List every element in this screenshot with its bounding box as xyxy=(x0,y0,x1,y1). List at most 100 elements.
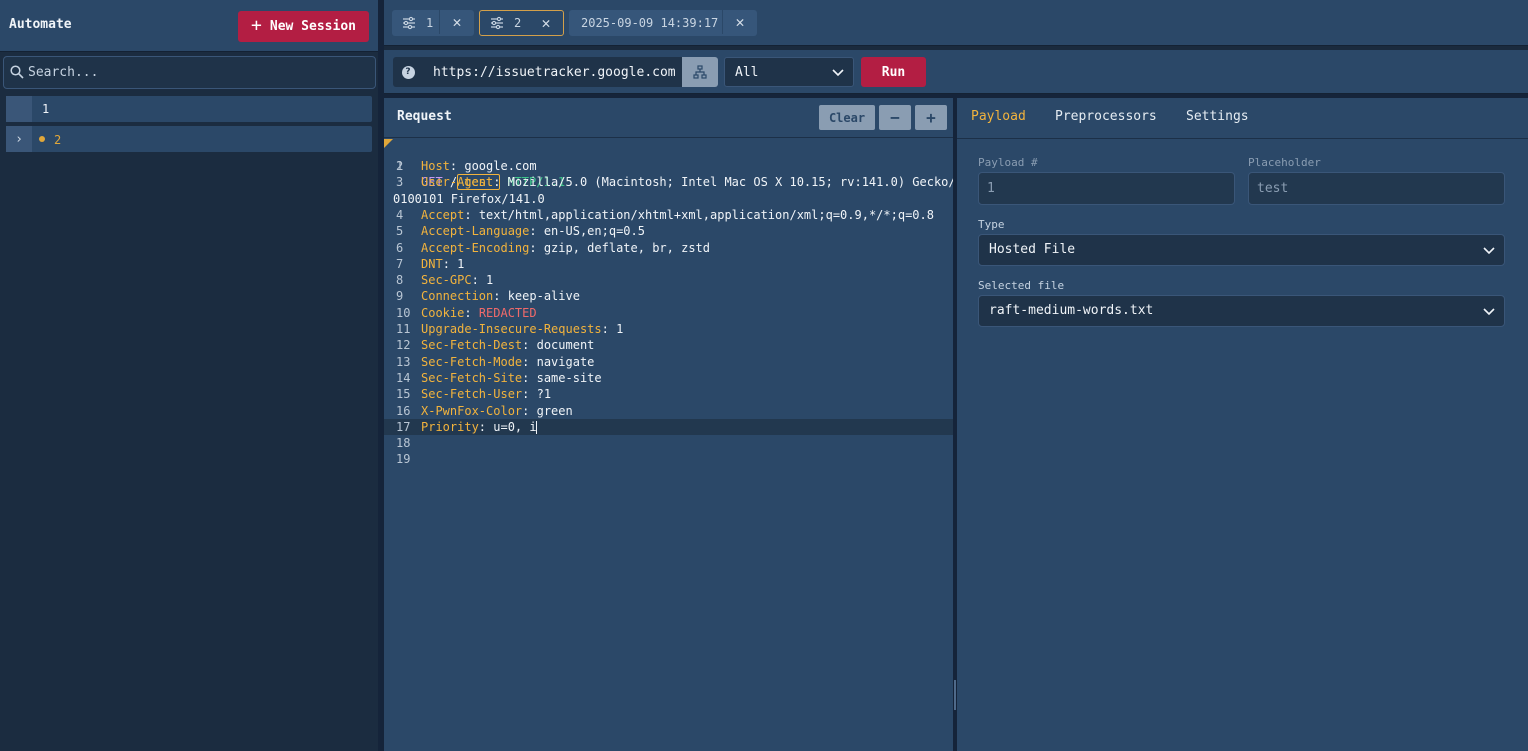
modified-dot-icon xyxy=(39,136,45,142)
chevron-right-icon[interactable]: › xyxy=(6,126,32,152)
tab-label: 2 xyxy=(514,16,522,30)
tab-2[interactable]: 2 ✕ xyxy=(479,10,564,36)
line-number: 18 xyxy=(396,436,411,451)
chevron-down-icon xyxy=(832,69,844,77)
search-input[interactable] xyxy=(28,57,368,88)
header-key: Accept xyxy=(421,207,465,222)
session-item-2[interactable]: › 2 xyxy=(6,126,372,152)
code-line: 1 GET / test HTTP/1.1 xyxy=(384,142,953,190)
sliders-icon xyxy=(403,16,415,30)
header-value: document xyxy=(536,338,595,353)
text-cursor xyxy=(535,420,537,434)
header-value: google.com xyxy=(464,159,537,173)
header-key: User-Agent xyxy=(421,175,494,190)
header-value: 1 xyxy=(457,256,465,271)
line-number: 13 xyxy=(396,354,411,369)
code-line: 6 Accept-Encoding: gzip, deflate, br, zst… xyxy=(396,240,710,255)
plus-icon: + xyxy=(251,14,262,36)
type-select[interactable]: Hosted File xyxy=(978,234,1505,266)
search-box xyxy=(3,56,376,89)
header-value: navigate xyxy=(536,354,595,369)
header-key: Sec-Fetch-Mode xyxy=(421,354,523,369)
header-key: Accept-Encoding xyxy=(421,240,530,255)
search-icon xyxy=(10,65,24,79)
header-value: same-site xyxy=(536,370,602,385)
type-label: Type xyxy=(978,218,1005,231)
header-key: DNT xyxy=(421,256,443,271)
code-line: 10 Cookie: REDACTED xyxy=(396,305,537,320)
tab-preprocessors[interactable]: Preprocessors xyxy=(1055,109,1157,124)
help-button[interactable]: ? xyxy=(393,57,423,87)
close-icon[interactable]: ✕ xyxy=(529,11,563,35)
resize-handle[interactable] xyxy=(954,680,956,710)
selected-file-value: raft-medium-words.txt xyxy=(989,303,1154,318)
clear-button[interactable]: Clear xyxy=(819,105,875,130)
scope-select[interactable]: All xyxy=(724,57,854,87)
code-line: 3 User-Agent: Mozilla/5.0 (Macintosh; Int… xyxy=(396,175,963,190)
run-button[interactable]: Run xyxy=(861,57,926,87)
tab-settings[interactable]: Settings xyxy=(1186,109,1249,124)
payload-tabs: Payload Preprocessors Settings xyxy=(957,98,1528,139)
placeholder-label: Placeholder xyxy=(1248,156,1321,169)
session-item-label: 1 xyxy=(42,102,50,116)
code-line: 13 Sec-Fetch-Mode: navigate xyxy=(396,354,595,369)
payload-panel: Payload Preprocessors Settings Payload #… xyxy=(957,98,1528,751)
line-number: 17 xyxy=(396,419,411,434)
request-title: Request xyxy=(397,109,452,124)
tab-label: 1 xyxy=(426,16,434,30)
line-number: 8 xyxy=(396,273,404,288)
url-bar: ? All Run xyxy=(384,50,1528,94)
chevron-down-icon xyxy=(1483,308,1495,316)
help-icon: ? xyxy=(401,65,415,79)
code-line: 16 X-PwnFox-Color: green xyxy=(396,403,573,418)
code-line: 7 DNT: 1 xyxy=(396,256,465,271)
sidebar: Automate + New Session 1 › 2 xyxy=(0,0,378,751)
tab-label: 2025-09-09 14:39:17 xyxy=(581,16,719,30)
header-key: Host xyxy=(421,159,450,173)
code-line: 18 xyxy=(384,435,953,451)
payload-number-field[interactable]: 1 xyxy=(978,172,1235,205)
header-value: u=0, i xyxy=(493,419,537,434)
code-line: 17 Priority: u=0, i xyxy=(384,418,953,435)
header-value: 1 xyxy=(616,322,624,336)
line-number: 7 xyxy=(396,256,404,271)
code-line-wrap: 0100101 Firefox/141.0 xyxy=(384,191,953,207)
header-value: Mozilla/5.0 (Macintosh; Intel Mac OS X 1… xyxy=(507,175,963,190)
line-number: 4 xyxy=(396,207,404,222)
code-line: 8 Sec-GPC: 1 xyxy=(396,273,494,288)
code-line: 4 Accept: text/html,application/xhtml+xml… xyxy=(396,207,934,222)
header-value: text/html,application/xhtml+xml,applicat… xyxy=(478,207,934,222)
tab-1[interactable]: 1 ✕ xyxy=(392,10,474,36)
line-number: 9 xyxy=(396,289,404,304)
header-key: Sec-Fetch-User xyxy=(421,387,523,402)
code-line: 9 Connection: keep-alive xyxy=(396,289,580,304)
sidebar-header: Automate + New Session xyxy=(0,0,378,52)
line-number: 14 xyxy=(396,370,411,385)
header-value: 1 xyxy=(486,273,494,288)
network-icon xyxy=(693,65,707,79)
header-key: Upgrade-Insecure-Requests xyxy=(421,322,602,336)
header-key: Sec-Fetch-Dest xyxy=(421,338,523,353)
placeholder-field[interactable]: test xyxy=(1248,172,1505,205)
line-number: 19 xyxy=(396,452,411,467)
request-panel: Request Clear − + 1 GET / test HTTP/1.1 2… xyxy=(384,98,963,751)
payload-number-label: Payload # xyxy=(978,156,1038,169)
tab-payload[interactable]: Payload xyxy=(971,109,1026,124)
line-number: 2 xyxy=(396,159,404,173)
request-editor[interactable]: 1 GET / test HTTP/1.1 2 Host: google.com 3 U… xyxy=(384,139,963,751)
selected-file-select[interactable]: raft-medium-words.txt xyxy=(978,295,1505,327)
header-value: green xyxy=(536,403,573,418)
header-value: REDACTED xyxy=(478,305,537,320)
close-icon[interactable]: ✕ xyxy=(723,10,757,34)
header-key: Priority xyxy=(421,419,479,434)
url-input[interactable] xyxy=(423,57,682,87)
new-session-button[interactable]: + New Session xyxy=(238,11,369,42)
code-line: 5 Accept-Language: en-US,en;q=0.5 xyxy=(396,224,645,239)
page-title: Automate xyxy=(9,17,72,32)
add-marker-button[interactable]: + xyxy=(915,105,947,130)
tab-timestamp[interactable]: 2025-09-09 14:39:17 ✕ xyxy=(569,10,757,36)
session-item-1[interactable]: 1 xyxy=(6,96,372,122)
close-icon[interactable]: ✕ xyxy=(440,10,474,34)
connection-button[interactable] xyxy=(682,57,718,87)
remove-marker-button[interactable]: − xyxy=(879,105,911,130)
